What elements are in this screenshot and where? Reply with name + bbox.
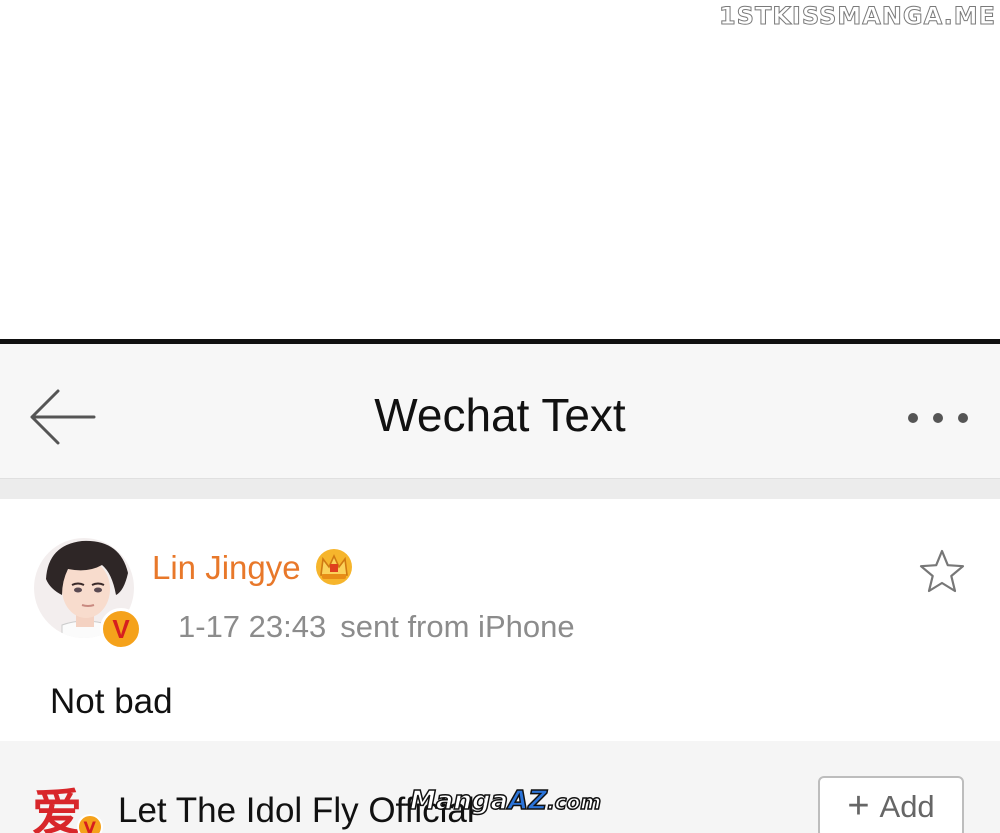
star-outline-icon[interactable]: [918, 548, 966, 594]
crown-icon: [316, 549, 352, 585]
next-post-avatar[interactable]: 爱 V: [28, 780, 106, 833]
verified-badge: V: [100, 608, 142, 650]
section-separator: [0, 478, 1000, 499]
post-source: sent from iPhone: [340, 609, 575, 644]
add-button-label: Add: [879, 789, 935, 824]
site-logo: MangaAZ.com: [409, 785, 602, 817]
more-dots-icon[interactable]: [905, 410, 975, 426]
plus-icon: +: [847, 784, 870, 827]
avatar-glyph: 爱: [32, 784, 82, 833]
page-title: Wechat Text: [374, 389, 626, 441]
site-watermark: 1STKISSMANGA.ME: [718, 2, 996, 31]
post-meta: 1-17 23:43 sent from iPhone: [178, 609, 575, 645]
avatar-badge: V: [84, 818, 97, 833]
page: 1STKISSMANGA.ME Wechat Text V Lin Jingye…: [0, 0, 1000, 833]
add-follow-button[interactable]: + Add: [818, 776, 964, 833]
post-body-text: Not bad: [50, 682, 173, 721]
author-name[interactable]: Lin Jingye: [152, 549, 301, 587]
post-timestamp: 1-17 23:43: [178, 609, 327, 644]
